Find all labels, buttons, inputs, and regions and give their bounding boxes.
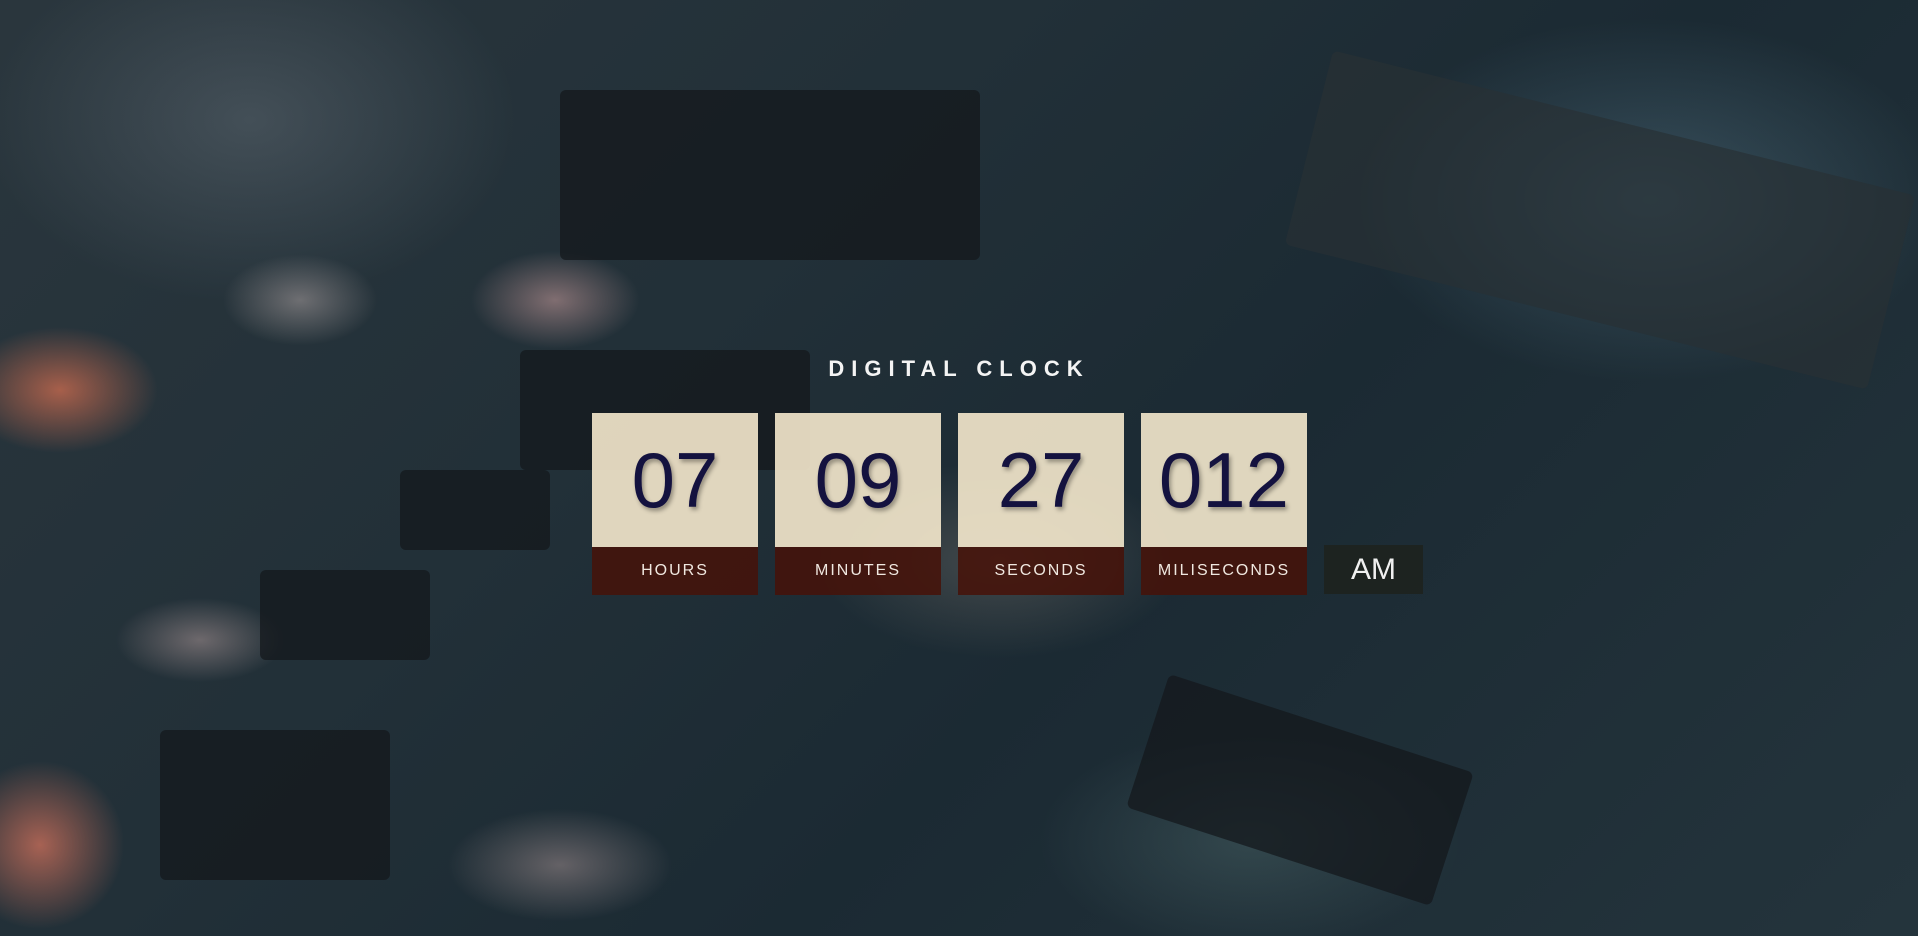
milliseconds-value: 012 <box>1141 413 1307 547</box>
clock-display: 07 HOURS 09 MINUTES 27 SECONDS 012 MILIS… <box>592 413 1423 595</box>
chip-shape <box>160 730 390 880</box>
hours-unit: 07 HOURS <box>592 413 758 595</box>
milliseconds-label: MILISECONDS <box>1141 547 1307 595</box>
seconds-value: 27 <box>958 413 1124 547</box>
page-title: DIGITAL CLOCK <box>828 356 1090 381</box>
chip-shape <box>400 470 550 550</box>
minutes-value: 09 <box>775 413 941 547</box>
chip-shape <box>560 90 980 260</box>
am-pm-indicator: AM <box>1324 545 1423 594</box>
chip-shape <box>1126 673 1474 907</box>
hours-value: 07 <box>592 413 758 547</box>
chip-shape <box>260 570 430 660</box>
seconds-unit: 27 SECONDS <box>958 413 1124 595</box>
milliseconds-unit: 012 MILISECONDS <box>1141 413 1307 595</box>
minutes-label: MINUTES <box>775 547 941 595</box>
hours-label: HOURS <box>592 547 758 595</box>
minutes-unit: 09 MINUTES <box>775 413 941 595</box>
chip-shape <box>1284 50 1916 390</box>
seconds-label: SECONDS <box>958 547 1124 595</box>
